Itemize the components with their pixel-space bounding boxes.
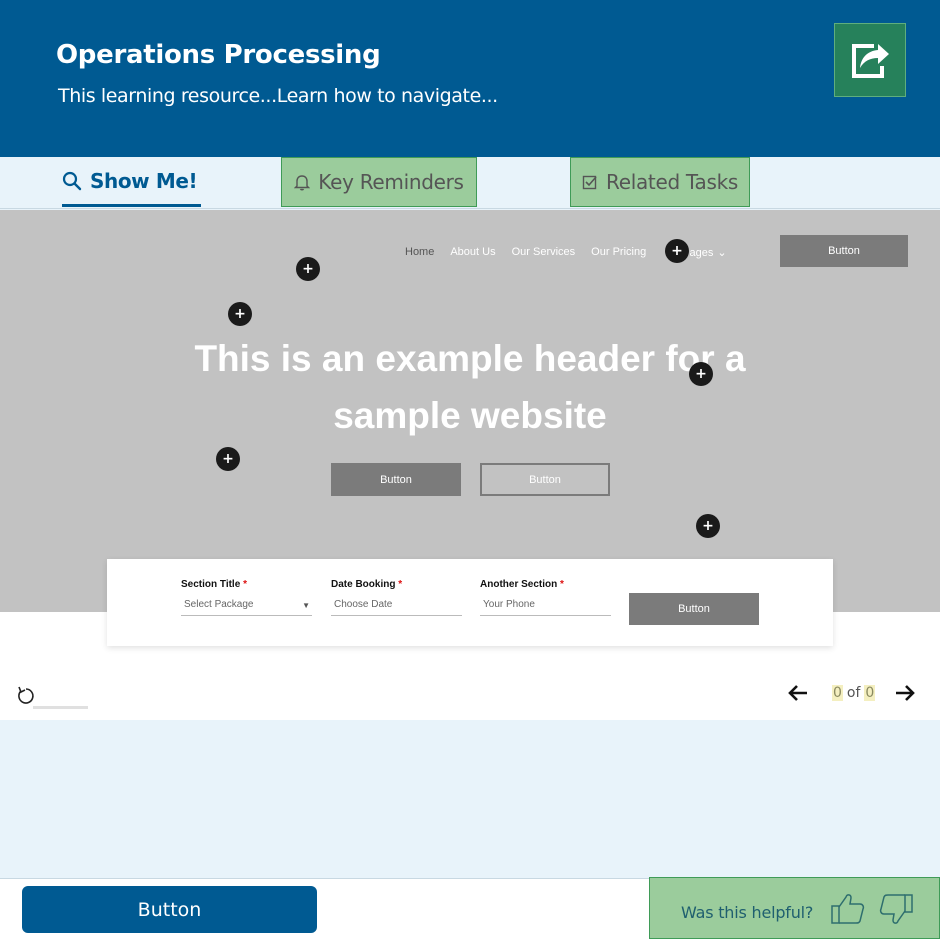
sample-nav: Home About Us Our Services Our Pricing P… bbox=[405, 246, 759, 259]
thumbs-up-icon bbox=[831, 894, 865, 924]
feedback-question: Was this helpful? bbox=[681, 903, 814, 922]
step-of-label: of bbox=[846, 685, 861, 701]
chevron-down-icon: ⌄ bbox=[717, 247, 727, 259]
hotspot-marker[interactable]: + bbox=[216, 447, 240, 471]
total-steps: 0 bbox=[864, 685, 876, 701]
nav-services[interactable]: Our Services bbox=[512, 246, 576, 259]
current-step: 0 bbox=[832, 685, 843, 701]
checkbox-icon bbox=[582, 175, 597, 190]
sample-website-hero: Home About Us Our Services Our Pricing P… bbox=[0, 210, 940, 612]
hero-title: This is an example header for a sample w… bbox=[194, 338, 746, 436]
hotspot-marker[interactable]: + bbox=[689, 362, 713, 386]
hero-primary-button[interactable]: Button bbox=[331, 463, 461, 496]
tab-related-tasks[interactable]: Related Tasks bbox=[570, 157, 750, 207]
nav-home[interactable]: Home bbox=[405, 246, 434, 259]
nav-about[interactable]: About Us bbox=[450, 246, 495, 259]
tab-key-reminders-label: Key Reminders bbox=[318, 170, 464, 194]
arrow-left-icon bbox=[788, 685, 807, 701]
booking-form: Section Title * Select Package ▼ Date Boo… bbox=[107, 559, 833, 646]
tab-bar: Show Me! Key Reminders Related Tasks bbox=[0, 157, 940, 209]
tab-show-me[interactable]: Show Me! bbox=[62, 157, 202, 207]
dropdown-arrow-icon: ▼ bbox=[302, 601, 310, 610]
next-button[interactable] bbox=[894, 683, 916, 707]
hotspot-marker[interactable]: + bbox=[228, 302, 252, 326]
restart-icon bbox=[18, 686, 34, 704]
tab-key-reminders[interactable]: Key Reminders bbox=[281, 157, 477, 207]
thumbs-down-button[interactable] bbox=[878, 892, 914, 930]
nav-pricing[interactable]: Our Pricing bbox=[591, 246, 646, 259]
hotspot-marker[interactable]: + bbox=[296, 257, 320, 281]
date-input[interactable]: Choose Date bbox=[331, 599, 462, 616]
playback-bar: 0 of 0 bbox=[0, 672, 940, 720]
hotspot-marker[interactable]: + bbox=[665, 239, 689, 263]
tab-show-me-label: Show Me! bbox=[90, 168, 198, 193]
hotspot-marker[interactable]: + bbox=[696, 514, 720, 538]
bell-icon bbox=[294, 175, 311, 191]
field-label: Another Section * bbox=[480, 579, 564, 590]
hero-secondary-button[interactable]: Button bbox=[480, 463, 610, 496]
date-booking-field[interactable]: Date Booking * Choose Date bbox=[331, 579, 462, 616]
thumbs-up-button[interactable] bbox=[830, 892, 866, 930]
previous-button[interactable] bbox=[787, 683, 809, 707]
header: Operations Processing This learning reso… bbox=[0, 0, 940, 157]
form-submit-button[interactable]: Button bbox=[629, 593, 759, 625]
tab-related-tasks-label: Related Tasks bbox=[606, 170, 738, 194]
nav-pages[interactable]: Pages ⌄ bbox=[682, 246, 742, 259]
nav-button[interactable]: Button bbox=[780, 235, 908, 267]
page-subtitle: This learning resource...Learn how to na… bbox=[58, 85, 498, 107]
section-title-field[interactable]: Section Title * Select Package ▼ bbox=[181, 579, 312, 616]
footer-button[interactable]: Button bbox=[22, 886, 317, 933]
page-title: Operations Processing bbox=[56, 40, 381, 70]
phone-input[interactable]: Your Phone bbox=[480, 599, 611, 616]
feedback-panel: Was this helpful? bbox=[649, 877, 940, 939]
thumbs-down-icon bbox=[879, 894, 913, 924]
arrow-right-icon bbox=[896, 685, 915, 701]
share-icon bbox=[852, 44, 889, 78]
progress-track bbox=[33, 706, 88, 709]
package-select[interactable]: Select Package ▼ bbox=[181, 599, 312, 616]
share-button[interactable] bbox=[834, 23, 906, 97]
field-label: Section Title * bbox=[181, 579, 247, 590]
field-label: Date Booking * bbox=[331, 579, 403, 590]
another-section-field[interactable]: Another Section * Your Phone bbox=[480, 579, 611, 616]
simulation-stage: Home About Us Our Services Our Pricing P… bbox=[0, 210, 940, 720]
footer: Button Was this helpful? bbox=[0, 877, 940, 940]
search-icon bbox=[62, 171, 82, 190]
step-counter: 0 of 0 bbox=[832, 685, 876, 701]
